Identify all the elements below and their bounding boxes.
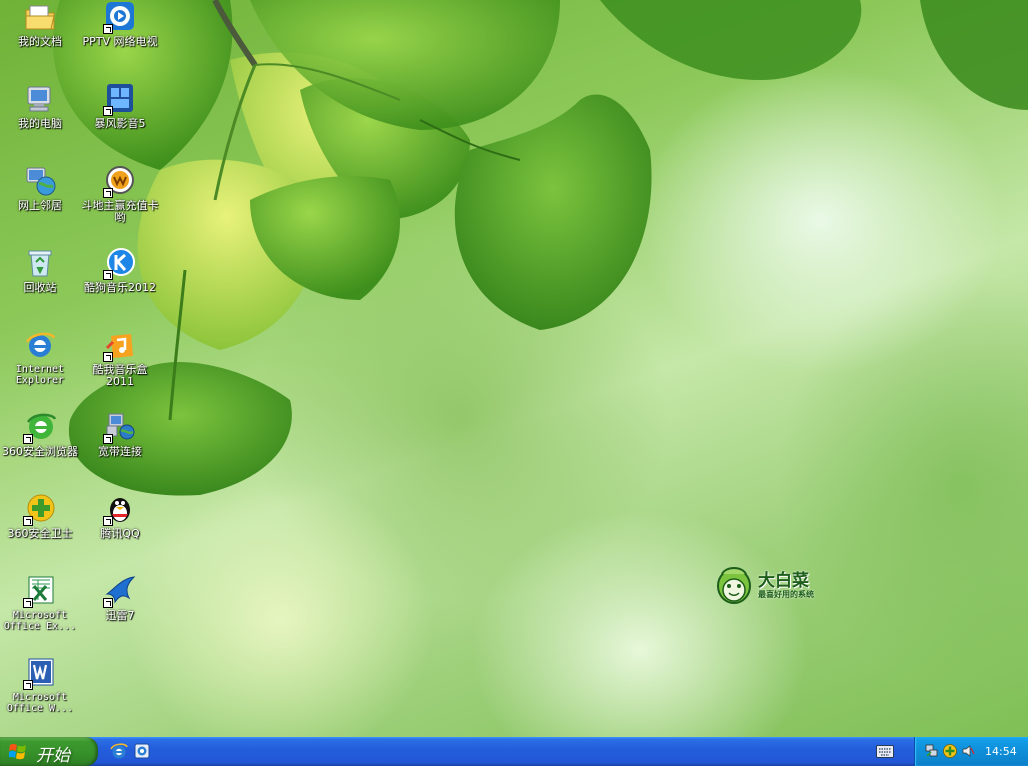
keyboard-input-icon[interactable]: [876, 745, 894, 758]
icon-label: PPTV 网络电视: [82, 35, 158, 48]
kuwo-music-icon: [103, 328, 137, 362]
recycle-bin-icon: [23, 246, 57, 280]
icon-label: 360安全卫士: [7, 527, 73, 540]
excel-icon-shortcut[interactable]: Microsoft Office Ex...: [0, 574, 80, 632]
my-documents-icon-shortcut[interactable]: 我的文档: [0, 0, 80, 48]
computer-icon: [23, 82, 57, 116]
360-safe-icon-shortcut[interactable]: 360安全卫士: [0, 492, 80, 540]
my-computer-icon-shortcut[interactable]: 我的电脑: [0, 82, 80, 130]
volume-icon[interactable]: [961, 744, 975, 758]
shortcut-arrow-icon: [23, 434, 33, 444]
word-icon-shortcut[interactable]: Microsoft Office W...: [0, 656, 80, 714]
shortcut-arrow-icon: [23, 598, 33, 608]
360-safe-tray-icon[interactable]: [943, 744, 957, 758]
360-browser-icon: [23, 410, 57, 444]
internet-explorer-icon-shortcut[interactable]: Internet Explorer: [0, 328, 80, 386]
shortcut-arrow-icon: [103, 434, 113, 444]
icon-label: 网上邻居: [18, 199, 62, 212]
internet-explorer-icon: [23, 328, 57, 362]
thunder-icon-shortcut[interactable]: 迅雷7: [80, 574, 160, 622]
broadband-connection-icon: [103, 410, 137, 444]
icon-label: Internet Explorer: [15, 364, 65, 386]
kugou-music-icon-shortcut[interactable]: 酷狗音乐2012: [80, 246, 160, 294]
icon-label: 我的文档: [18, 35, 62, 48]
baofeng-player-icon: [103, 82, 137, 116]
icon-label: 回收站: [23, 281, 57, 294]
pptv-icon: [103, 0, 137, 34]
shortcut-arrow-icon: [103, 598, 113, 608]
network-globe-icon: [23, 164, 57, 198]
icon-label: 我的电脑: [18, 117, 62, 130]
shortcut-arrow-icon: [103, 352, 113, 362]
icon-label: 迅雷7: [105, 609, 135, 622]
brand-subtitle: 最喜好用的系统: [758, 590, 814, 599]
360-safe-guard-icon: [23, 492, 57, 526]
kuwo-music-icon-shortcut[interactable]: 酷我音乐盒2011: [80, 328, 160, 388]
excel-icon: [23, 574, 57, 608]
taskbar: 开始 14:54: [0, 737, 1028, 766]
icon-label: 腾讯QQ: [100, 527, 140, 540]
pptv-icon-shortcut[interactable]: PPTV 网络电视: [80, 0, 160, 48]
icon-label: Microsoft Office Ex...: [3, 610, 77, 632]
brand-logo: 大白菜 最喜好用的系统: [714, 562, 824, 606]
windows-flag-icon: [9, 743, 26, 760]
tencent-qq-icon-shortcut[interactable]: 腾讯QQ: [80, 492, 160, 540]
cabbage-mascot-icon: [717, 567, 751, 604]
start-label: 开始: [36, 746, 70, 766]
360-browser-icon-shortcut[interactable]: 360安全浏览器: [0, 410, 80, 458]
desktop[interactable]: 我的文档 我的电脑 网上邻居 回收站 Internet Explorer 360…: [0, 0, 1028, 737]
icon-label: 暴风影音5: [94, 117, 146, 130]
system-clock[interactable]: 14:54: [985, 745, 1017, 758]
word-icon: [23, 656, 57, 690]
thunder-bird-icon: [103, 574, 137, 608]
network-places-icon-shortcut[interactable]: 网上邻居: [0, 164, 80, 212]
folder-documents-icon: [23, 0, 57, 34]
quicklaunch-show-desktop-icon[interactable]: [133, 742, 151, 760]
icon-label: Microsoft Office W...: [6, 692, 74, 714]
brand-title: 大白菜: [758, 571, 809, 591]
kugou-music-icon: [103, 246, 137, 280]
qq-penguin-icon: [103, 492, 137, 526]
shortcut-arrow-icon: [23, 516, 33, 526]
icon-label: 360安全浏览器: [2, 445, 78, 458]
shortcut-arrow-icon: [103, 270, 113, 280]
broadband-connection-icon-shortcut[interactable]: 宽带连接: [80, 410, 160, 458]
network-status-icon[interactable]: [925, 744, 939, 758]
shortcut-arrow-icon: [103, 188, 113, 198]
shortcut-arrow-icon: [103, 106, 113, 116]
shortcut-arrow-icon: [103, 24, 113, 34]
recycle-bin-icon-shortcut[interactable]: 回收站: [0, 246, 80, 294]
system-tray: 14:54: [914, 737, 1028, 766]
icon-label: 酷狗音乐2012: [84, 281, 156, 294]
shortcut-arrow-icon: [23, 680, 33, 690]
quicklaunch-ie-icon[interactable]: [110, 742, 128, 760]
start-button[interactable]: 开始: [0, 737, 98, 766]
shortcut-arrow-icon: [103, 516, 113, 526]
icon-label: 宽带连接: [98, 445, 142, 458]
landlord-game-icon-shortcut[interactable]: 斗地主赢充值卡哟: [80, 164, 160, 224]
icon-label: 斗地主赢充值卡哟: [81, 199, 159, 224]
landlord-game-icon: [103, 164, 137, 198]
icon-label: 酷我音乐盒2011: [92, 363, 148, 388]
baofeng-player-icon-shortcut[interactable]: 暴风影音5: [80, 82, 160, 130]
